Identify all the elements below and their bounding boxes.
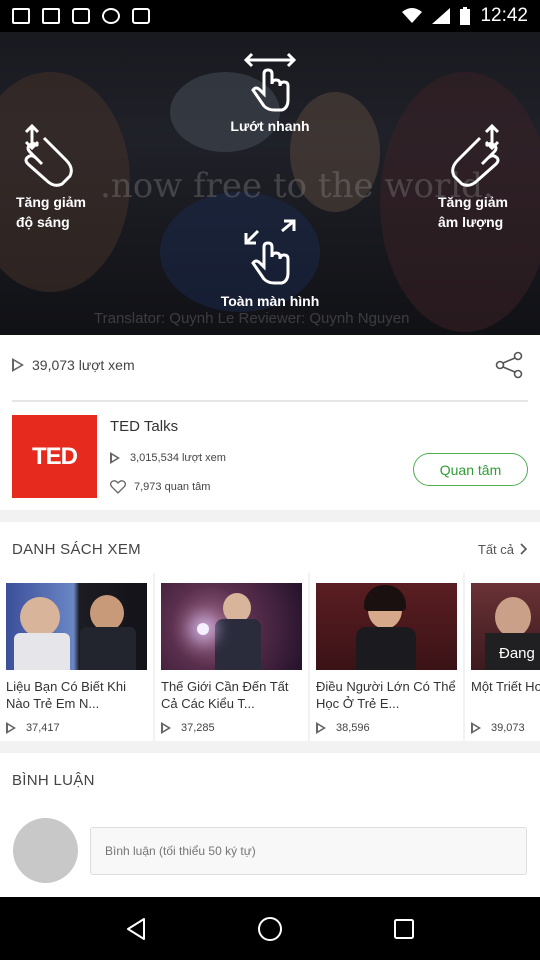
brightness-gesture-hint: Tăng giảm độ sáng [16, 124, 86, 232]
talk-views-row: 39,073 lượt xem [12, 351, 528, 379]
share-icon[interactable] [494, 351, 524, 379]
pinch-hand-icon [244, 219, 296, 285]
video-card[interactable]: Liệu Bạn Có Biết Khi Nào Trẻ Em N... 37,… [0, 573, 153, 741]
video-card-views: 39,073 [471, 722, 525, 734]
notification-icon [72, 8, 90, 24]
section-separator [0, 510, 540, 522]
heart-icon [110, 480, 126, 494]
home-icon[interactable] [257, 916, 283, 942]
video-card-views: 38,596 [316, 722, 370, 734]
video-card-view-count: 39,073 [491, 722, 525, 734]
video-card[interactable]: Thế Giới Cần Đến Tất Cả Các Kiểu T... 37… [155, 573, 308, 741]
talk-view-count: 39,073 lượt xem [32, 357, 135, 373]
video-card-title: Điều Người Lớn Có Thể Học Ở Trẻ E... [316, 679, 456, 711]
play-icon [110, 452, 120, 464]
video-card-views: 37,417 [6, 722, 60, 734]
channel-name[interactable]: TED Talks [110, 418, 178, 435]
video-card-title: Thế Giới Cần Đến Tất Cả Các Kiểu T... [161, 679, 289, 711]
battery-icon [460, 7, 471, 25]
follow-button[interactable]: Quan tâm [413, 453, 528, 486]
video-card-view-count: 37,417 [26, 722, 60, 734]
channel-logo[interactable]: TED [12, 415, 97, 498]
clock: 12:42 [480, 5, 528, 26]
watchlist-carousel[interactable]: Liệu Bạn Có Biết Khi Nào Trẻ Em N... 37,… [0, 573, 540, 741]
status-bar: 12:42 [0, 0, 540, 32]
watchlist-header: DANH SÁCH XEM Tất cả [12, 534, 528, 564]
video-player[interactable]: .now free to the world. Translator: Quyn… [0, 32, 540, 335]
divider [12, 400, 528, 402]
video-card-views: 37,285 [161, 722, 215, 734]
video-card-title: Một Triết Hơn, Nhẹ [471, 679, 540, 694]
notification-icon [42, 8, 60, 24]
notification-icon [102, 8, 120, 24]
recents-icon[interactable] [393, 918, 415, 940]
volume-gesture-label: Tăng giảm âm lượng [438, 194, 509, 230]
play-icon [316, 722, 326, 734]
swipe-vertical-hand-icon [24, 124, 73, 187]
seek-gesture-label: Lướt nhanh [230, 118, 310, 134]
video-card[interactable]: Điều Người Lớn Có Thể Học Ở Trẻ E... 38,… [310, 573, 463, 741]
channel-follower-count: 7,973 quan tâm [134, 481, 211, 493]
comment-input[interactable] [90, 827, 527, 875]
notification-icon [12, 8, 30, 24]
see-all-link[interactable]: Tất cả [478, 542, 528, 557]
fullscreen-gesture-label: Toàn màn hình [220, 293, 320, 309]
play-icon [161, 722, 171, 734]
back-icon[interactable] [125, 917, 147, 941]
watchlist-title: DANH SÁCH XEM [12, 540, 141, 558]
see-all-label: Tất cả [477, 541, 514, 557]
seek-gesture-hint: Lướt nhanh [210, 50, 330, 136]
video-thumbnail[interactable] [161, 583, 302, 670]
channel-views: 3,015,534 lượt xem [110, 452, 226, 464]
now-playing-badge: Đang [499, 645, 535, 662]
play-icon [6, 722, 16, 734]
navigation-bar [0, 897, 540, 960]
swipe-vertical-hand-icon [451, 124, 500, 187]
fullscreen-gesture-hint: Toàn màn hình [195, 217, 345, 311]
avatar [13, 818, 78, 883]
swipe-horizontal-hand-icon [243, 52, 297, 112]
notification-icon [132, 8, 150, 24]
video-card-title: Liệu Bạn Có Biết Khi Nào Trẻ Em N... [6, 679, 126, 711]
volume-gesture-hint: Tăng giảm âm lượng [438, 124, 508, 232]
video-card-view-count: 38,596 [336, 722, 370, 734]
chevron-right-icon [520, 543, 528, 555]
video-thumbnail[interactable] [6, 583, 147, 670]
section-separator [0, 741, 540, 753]
brightness-gesture-label: Tăng giảm độ sáng [16, 194, 87, 230]
signal-icon [432, 8, 451, 24]
comments-title: BÌNH LUẬN [12, 771, 95, 789]
wifi-icon [402, 8, 423, 23]
video-card-view-count: 37,285 [181, 722, 215, 734]
channel-card: TED TED Talks 3,015,534 lượt xem 7,973 q… [12, 414, 528, 500]
play-icon [471, 722, 481, 734]
video-thumbnail[interactable] [316, 583, 457, 670]
channel-followers: 7,973 quan tâm [110, 480, 210, 494]
channel-view-count: 3,015,534 lượt xem [130, 452, 226, 464]
video-thumbnail[interactable]: Đang [471, 583, 540, 670]
video-card[interactable]: Đang Một Triết Hơn, Nhẹ 39,073 [465, 573, 540, 741]
comments-header: BÌNH LUẬN [12, 765, 528, 795]
play-icon [12, 358, 24, 372]
